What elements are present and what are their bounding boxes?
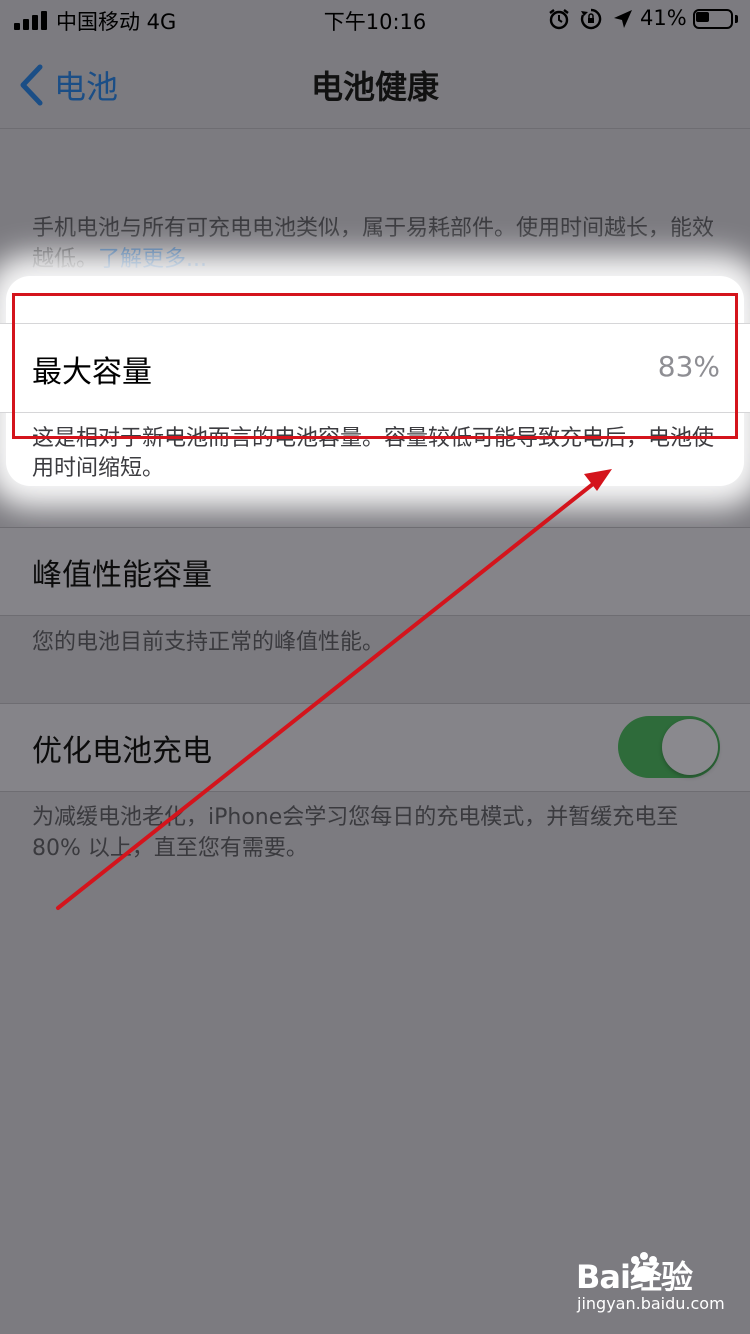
watermark-brand: Bai经验	[576, 1258, 693, 1296]
watermark-url: jingyan.baidu.com	[577, 1294, 725, 1313]
annotation-arrow	[56, 469, 612, 910]
